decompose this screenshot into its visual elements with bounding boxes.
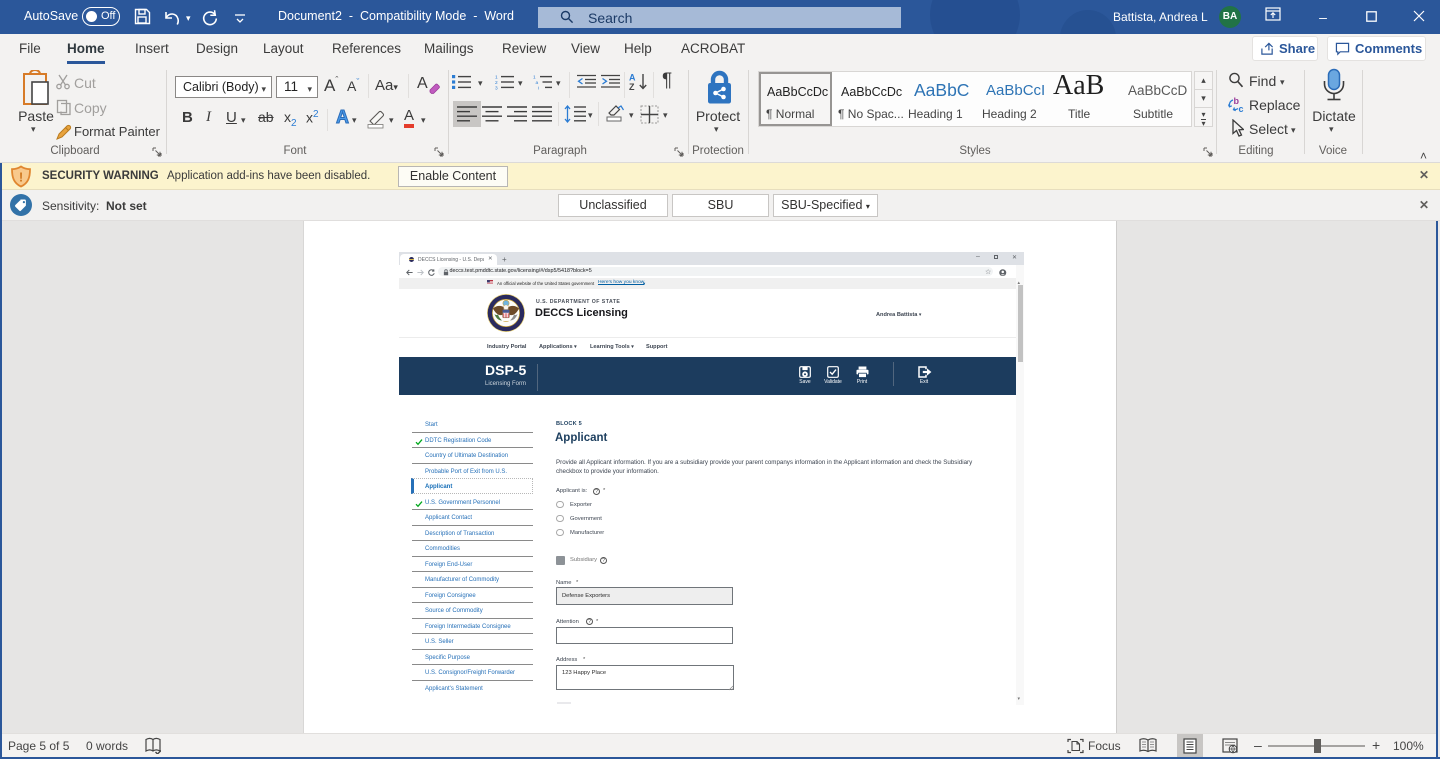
svg-text:1: 1 (533, 75, 536, 81)
svg-text:c: c (1239, 104, 1244, 113)
svg-text:Z: Z (629, 82, 635, 92)
svg-text:A: A (629, 73, 636, 83)
svg-text:a: a (536, 81, 539, 86)
svg-text:3: 3 (495, 85, 498, 90)
svg-text:2: 2 (495, 80, 498, 86)
svg-text:i: i (538, 85, 539, 90)
svg-text:1: 1 (495, 75, 498, 81)
svg-text:!: ! (19, 170, 23, 185)
